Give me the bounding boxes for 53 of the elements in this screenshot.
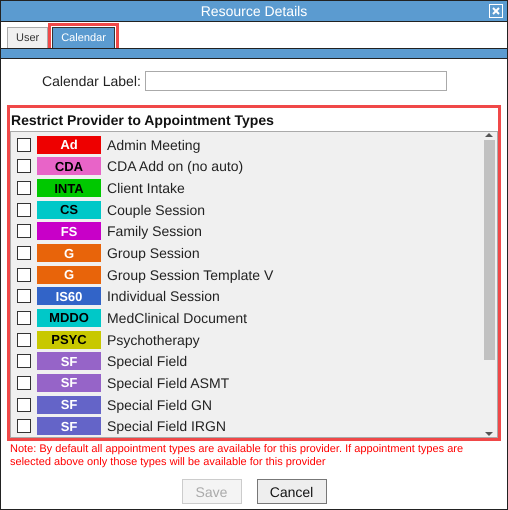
type-name: Client Intake	[107, 180, 185, 196]
type-code-tag: SF	[37, 374, 101, 392]
field-label: Calendar Label:	[42, 73, 141, 89]
checkbox[interactable]	[17, 159, 31, 174]
type-code-tag: G	[37, 244, 101, 262]
checkbox[interactable]	[17, 376, 31, 390]
type-name: Group Session Template V	[107, 266, 274, 283]
type-name: Special Field	[107, 353, 188, 370]
type-name: Admin Meeting	[107, 136, 200, 153]
type-code-tag: SF	[37, 417, 101, 436]
checkbox[interactable]	[17, 398, 31, 412]
close-button[interactable]	[489, 4, 503, 18]
checkbox[interactable]	[17, 181, 31, 196]
scroll-up-arrow-icon[interactable]	[485, 132, 493, 138]
type-code-tag: CDA	[37, 157, 101, 176]
checkbox[interactable]	[17, 419, 31, 434]
type-name: Special Field ASMT	[107, 374, 230, 391]
type-code-tag: SF	[37, 352, 101, 370]
cancel-button[interactable]: Cancel	[256, 479, 326, 504]
type-code-tag: PSYC	[37, 330, 101, 349]
type-name: Couple Session	[107, 202, 206, 218]
checkbox[interactable]	[17, 202, 31, 217]
checkbox[interactable]	[17, 224, 31, 238]
checkbox[interactable]	[17, 354, 31, 368]
type-name: Individual Session	[107, 288, 220, 304]
note-text: Note: By default all appointment types are available for this provider. If appointment types are selected above only those types will be available for this provider	[9, 442, 464, 469]
type-name: Special Field IRGN	[107, 418, 226, 434]
type-name: Group Session	[107, 245, 200, 262]
tab[interactable]: User	[7, 27, 48, 48]
type-code-tag: Ad	[37, 136, 101, 154]
checkbox[interactable]	[17, 332, 31, 347]
checkbox[interactable]	[17, 268, 31, 282]
scrollbar[interactable]	[481, 132, 497, 437]
section-title: Restrict Provider to Appointment Types	[10, 111, 275, 130]
type-name: Psychotherapy	[107, 332, 200, 348]
checkbox[interactable]	[17, 310, 31, 325]
type-code-tag: MDDO	[37, 308, 101, 327]
calendar-label-field[interactable]	[144, 71, 447, 91]
type-code-tag: CS	[37, 200, 101, 219]
checkbox[interactable]	[17, 246, 31, 260]
type-code-tag: SF	[37, 396, 101, 414]
window-title: Resource Details	[200, 3, 308, 19]
type-name: MedClinical Document	[107, 310, 248, 326]
type-name: Special Field GN	[107, 396, 212, 412]
type-name: Family Session	[107, 223, 202, 240]
checkbox[interactable]	[17, 138, 31, 152]
type-name: CDA Add on (no auto)	[107, 158, 244, 174]
type-code-tag: INTA	[37, 179, 101, 198]
type-code-tag: G	[37, 266, 101, 284]
checkbox[interactable]	[17, 289, 31, 304]
type-code-tag: FS	[37, 222, 101, 240]
type-code-tag: IS60	[37, 287, 101, 306]
scroll-down-arrow-icon[interactable]	[485, 431, 493, 437]
